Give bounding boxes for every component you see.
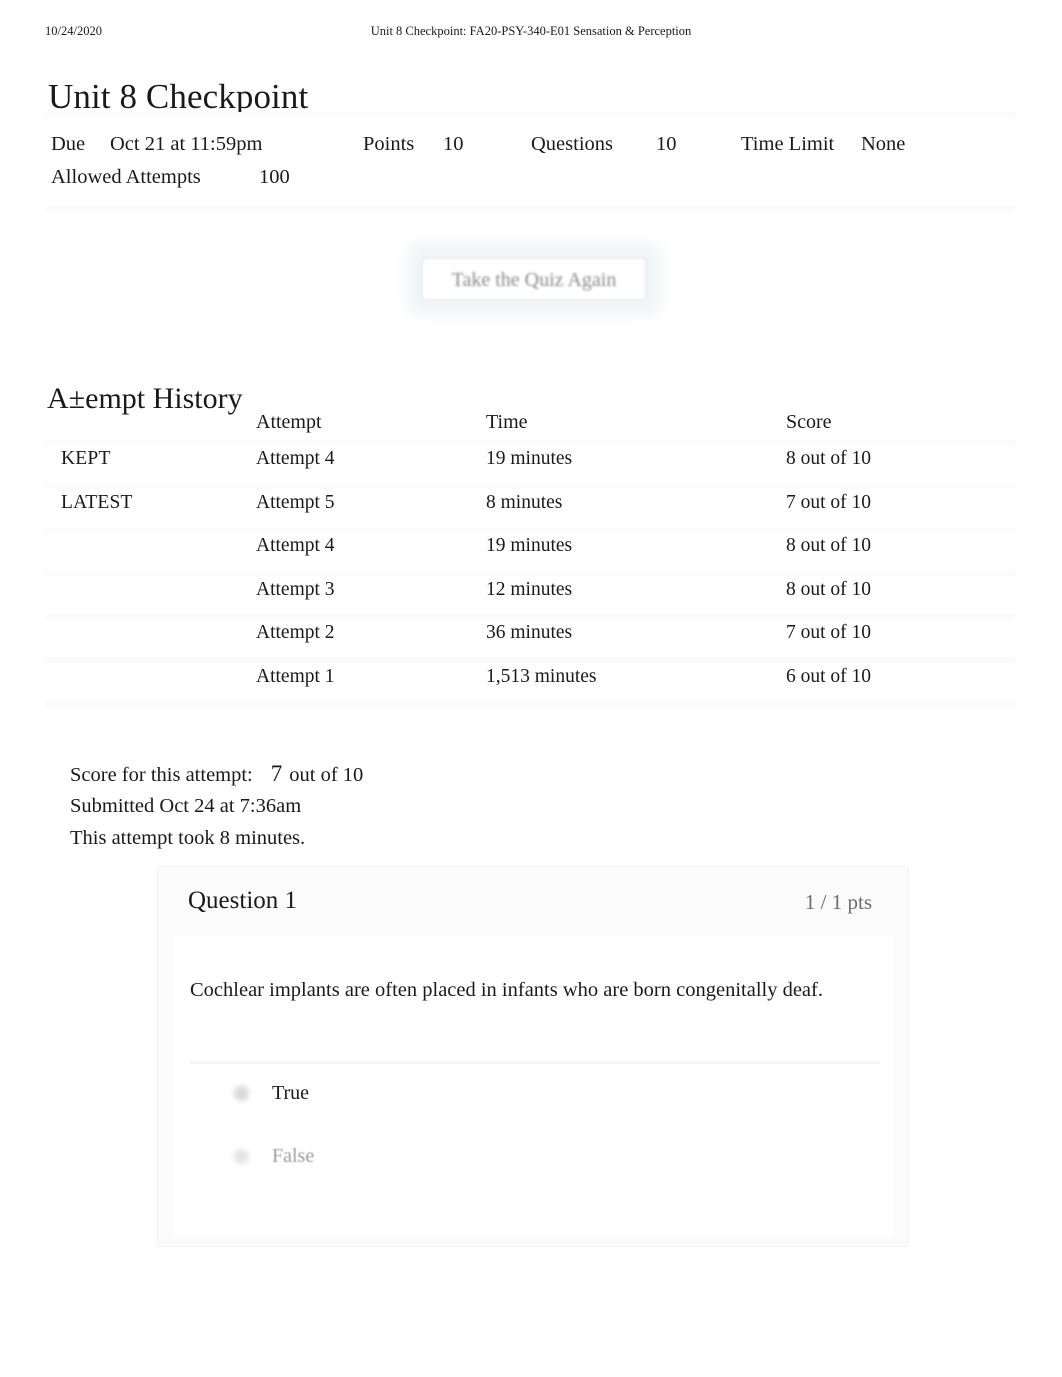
table-row: KEPT Attempt 4 19 minutes 8 out of 10	[45, 444, 1015, 489]
radio-button-icon[interactable]	[234, 1086, 249, 1101]
score-value: 7	[270, 761, 283, 786]
attempt-link[interactable]: Attempt 4	[256, 531, 335, 575]
column-header-attempt: Attempt	[256, 411, 322, 433]
attempt-time: 19 minutes	[486, 448, 573, 469]
attempt-time: 1,513 minutes	[486, 665, 597, 687]
attempt-score: 8 out of 10	[786, 578, 872, 600]
question-points: 1 / 1 pts	[804, 890, 872, 914]
quiz-info-top-rule	[45, 112, 1015, 118]
question-header: Question 1 1 / 1 pts	[158, 867, 908, 935]
allowed-attempts-label: Allowed Attempts	[51, 166, 201, 188]
table-row: LATEST Attempt 5 8 minutes 7 out of 10	[45, 488, 1015, 533]
attempt-score: 8 out of 10	[786, 448, 872, 469]
score-for-attempt-line: Score for this attempt: 7 out of 10	[70, 758, 670, 790]
answer-label: False	[272, 1145, 315, 1167]
row-status-label: KEPT	[61, 448, 111, 469]
points-value: 10	[443, 133, 464, 155]
column-header-time: Time	[486, 411, 528, 433]
document-title: Unit 8 Checkpoint: FA20-PSY-340-E01 Sens…	[370, 24, 692, 38]
attempt-time: 12 minutes	[486, 578, 573, 600]
take-quiz-again-button[interactable]: Take the Quiz Again	[422, 258, 646, 300]
answer-option[interactable]: True	[190, 1067, 880, 1130]
attempt-link[interactable]: Attempt 5	[256, 488, 335, 532]
answer-option[interactable]: False	[190, 1130, 880, 1193]
table-row: Attempt 2 36 minutes 7 out of 10	[45, 618, 1015, 663]
answer-list: True False	[190, 1067, 880, 1193]
submitted-line: Submitted Oct 24 at 7:36am	[70, 795, 302, 817]
attempt-link[interactable]: Attempt 4	[256, 444, 335, 488]
attempt-score: 7 out of 10	[786, 491, 872, 513]
attempt-link[interactable]: Attempt 3	[256, 575, 335, 619]
answer-label: True	[272, 1082, 310, 1104]
print-header: 10/24/2020 Unit 8 Checkpoint: FA20-PSY-3…	[0, 24, 1062, 42]
question-number: Question 1	[188, 887, 298, 914]
attempt-link[interactable]: Attempt 1	[256, 662, 335, 706]
questions-label: Questions	[531, 133, 613, 155]
questions-value: 10	[656, 133, 677, 155]
quiz-info-bottom-rule	[45, 206, 1015, 212]
attempt-score: 8 out of 10	[786, 535, 872, 556]
score-label: Score for this attempt:	[70, 764, 253, 786]
due-label: Due	[51, 133, 86, 155]
attempt-time: 36 minutes	[486, 622, 573, 643]
retake-quiz-container: Take the Quiz Again	[408, 243, 660, 315]
score-summary: Score for this attempt: 7 out of 10 Submit…	[70, 758, 670, 854]
question-body: Cochlear implants are often placed in in…	[174, 936, 894, 1236]
question-card: Question 1 1 / 1 pts Cochlear implants a…	[157, 866, 909, 1247]
due-value: Oct 21 at 11:59pm	[110, 133, 263, 155]
table-row: Attempt 4 19 minutes 8 out of 10	[45, 531, 1015, 576]
points-label: Points	[363, 133, 415, 155]
attempt-history-table: Attempt Time Score KEPT Attempt 4 19 minutes 8…	[45, 408, 1015, 707]
attempt-score: 6 out of 10	[786, 665, 872, 687]
time-limit-value: None	[861, 133, 906, 155]
time-limit-label: Time Limit	[741, 133, 835, 155]
answers-divider	[190, 1061, 880, 1064]
attempt-link[interactable]: Attempt 2	[256, 618, 335, 662]
duration-line: This attempt took 8 minutes.	[70, 827, 306, 849]
attempt-time: 19 minutes	[486, 535, 573, 556]
table-row: Attempt 1 1,513 minutes 6 out of 10	[45, 662, 1015, 707]
table-row: Attempt 3 12 minutes 8 out of 10	[45, 575, 1015, 620]
row-separator	[45, 700, 1015, 707]
row-status-label: LATEST	[61, 491, 133, 513]
table-header-row: Attempt Time Score	[45, 408, 1015, 446]
question-text: Cochlear implants are often placed in in…	[190, 979, 823, 1001]
attempt-score: 7 out of 10	[786, 622, 872, 643]
radio-button-icon[interactable]	[234, 1149, 249, 1164]
allowed-attempts-value: 100	[259, 166, 290, 188]
column-header-score: Score	[786, 411, 832, 433]
attempt-time: 8 minutes	[486, 491, 563, 513]
score-suffix: out of 10	[289, 764, 364, 786]
